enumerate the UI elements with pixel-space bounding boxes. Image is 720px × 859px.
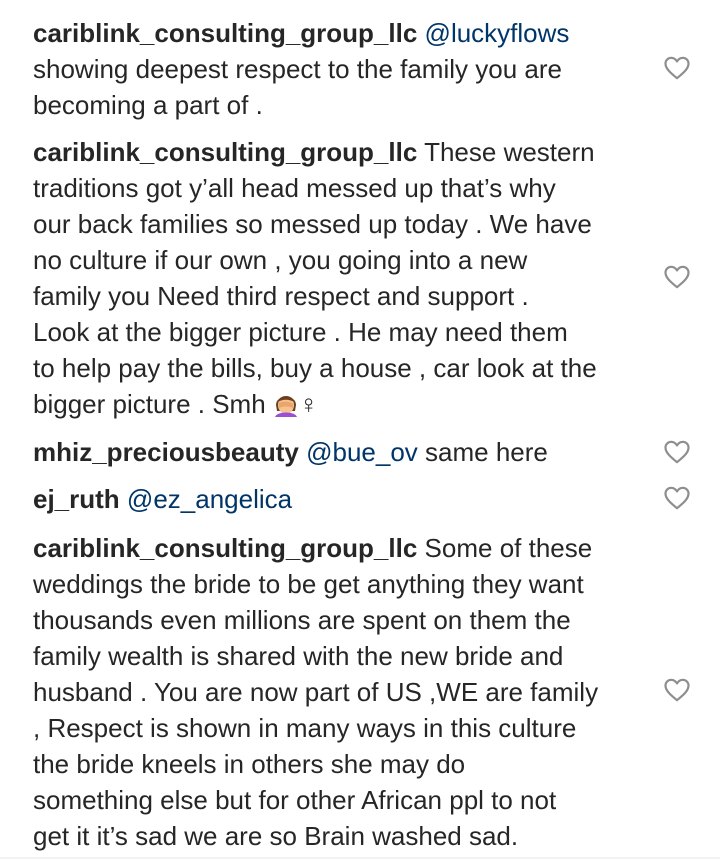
comment-item: ej_ruth @ez_angelica <box>33 481 643 517</box>
comment-text-line: to help pay the bills, buy a house , car… <box>33 353 597 383</box>
comment-list: cariblink_consulting_group_llc @luckyflo… <box>0 0 720 859</box>
comment-username[interactable]: ej_ruth <box>33 484 120 514</box>
comment-text: same here <box>425 437 548 467</box>
heart-outline-icon[interactable] <box>664 486 690 510</box>
comment-username[interactable]: cariblink_consulting_group_llc <box>33 18 417 48</box>
comment-text-line: no culture if our own , you going into a… <box>33 245 528 275</box>
comment-item: cariblink_consulting_group_llc Some of t… <box>33 530 643 854</box>
comment-text-line: Look at the bigger picture . He may need… <box>33 317 568 347</box>
comment-first-line: ej_ruth @ez_angelica <box>33 481 643 517</box>
heart-outline-icon[interactable] <box>664 265 690 289</box>
comment-username[interactable]: cariblink_consulting_group_llc <box>33 533 417 563</box>
comment-text-line: thousands even millions are spent on the… <box>33 605 571 635</box>
comment-text-line: our back families so messed up today . W… <box>33 209 592 239</box>
comment-text-line: husband . You are now part of US ,WE are… <box>33 677 599 707</box>
comment-item: mhiz_preciousbeauty @bue_ov same here <box>33 434 643 470</box>
heart-outline-icon[interactable] <box>664 440 690 464</box>
comment-text-line: the bride kneels in others she may do <box>33 749 466 779</box>
comment-text: bigger picture . Smh <box>33 389 266 419</box>
comment-text-line: becoming a part of . <box>33 90 263 120</box>
comment-text-line: family wealth is shared with the new bri… <box>33 641 564 671</box>
comment-first-line: mhiz_preciousbeauty @bue_ov same here <box>33 434 643 470</box>
comment-first-line: cariblink_consulting_group_llc @luckyflo… <box>33 15 643 51</box>
comment-text-line: family you Need third respect and suppor… <box>33 281 529 311</box>
comment-text-line: traditions got y’all head messed up that… <box>33 173 556 203</box>
comment-first-line: cariblink_consulting_group_llc These wes… <box>33 134 643 170</box>
comment-text: These western <box>424 137 595 167</box>
comment-text-line: showing deepest respect to the family yo… <box>33 54 562 84</box>
comment-item: cariblink_consulting_group_llc @luckyflo… <box>33 15 643 123</box>
comment-text-line: , Respect is shown in many ways in this … <box>33 713 577 743</box>
comment-item: cariblink_consulting_group_llc These wes… <box>33 134 643 422</box>
woman-facepalming-emoji <box>273 389 299 419</box>
comment-first-line: cariblink_consulting_group_llc Some of t… <box>33 530 643 566</box>
comment-mention[interactable]: @luckyflows <box>425 18 570 48</box>
heart-outline-icon[interactable] <box>664 56 690 80</box>
comment-text: Some of these <box>424 533 593 563</box>
comment-username[interactable]: cariblink_consulting_group_llc <box>33 137 417 167</box>
comment-mention[interactable]: @ez_angelica <box>127 484 292 514</box>
comment-mention[interactable]: @bue_ov <box>306 437 418 467</box>
comment-username[interactable]: mhiz_preciousbeauty <box>33 437 299 467</box>
comment-text-line: get it it’s sad we are so Brain washed s… <box>33 821 519 851</box>
comment-last-line: bigger picture . Smh ♀ <box>33 386 643 422</box>
heart-outline-icon[interactable] <box>664 678 690 702</box>
female-sign-icon: ♀ <box>298 389 319 419</box>
comment-text-line: something else but for other African ppl… <box>33 785 557 815</box>
comment-text-line: weddings the bride to be get anything th… <box>33 569 584 599</box>
